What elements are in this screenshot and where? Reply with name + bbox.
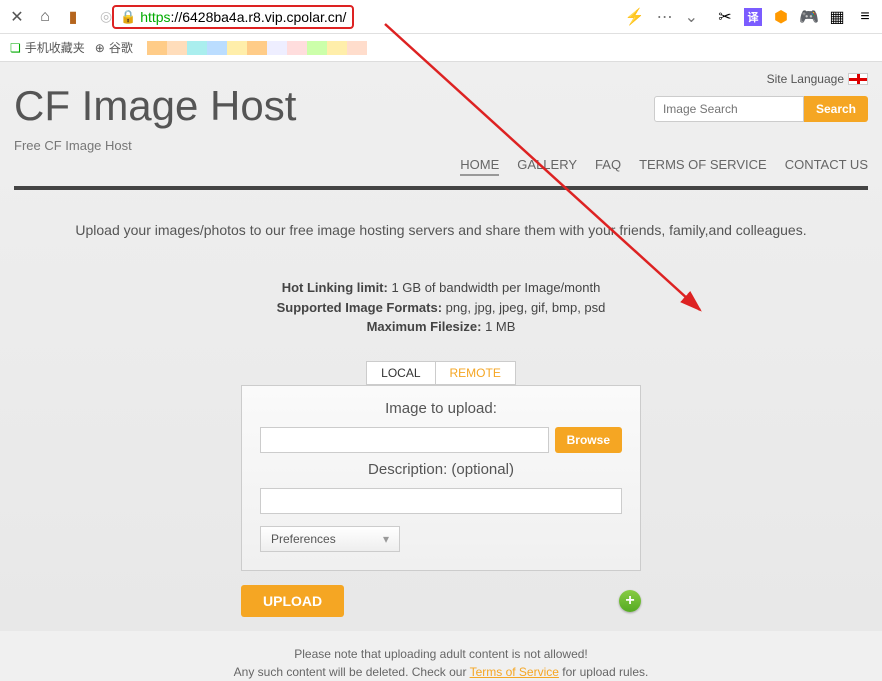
lock-icon: 🔒: [120, 9, 136, 25]
url-text: https://6428ba4a.r8.vip.cpolar.cn/: [140, 9, 346, 25]
header-divider: [14, 186, 868, 190]
translate-icon[interactable]: 译: [744, 8, 762, 26]
chevron-down-icon[interactable]: ⌄: [685, 7, 698, 27]
extension-icons: ✂ 译 ⬢ 🎮 ▦ ≡: [716, 8, 874, 26]
limits-info: Hot Linking limit: 1 GB of bandwidth per…: [14, 278, 868, 337]
search-form: Search: [654, 96, 868, 122]
image-upload-label: Image to upload:: [260, 400, 622, 417]
description-label: Description: (optional): [260, 461, 622, 478]
intro-text: Upload your images/photos to our free im…: [14, 222, 868, 238]
more-icon[interactable]: ⋯: [657, 7, 673, 27]
bookmark-strip: [147, 41, 367, 55]
shield-icon: ◎: [100, 8, 112, 25]
main-nav: HOME GALLERY FAQ TERMS OF SERVICE CONTAC…: [460, 157, 868, 176]
description-input[interactable]: [260, 488, 622, 514]
nav-contact[interactable]: CONTACT US: [785, 157, 868, 176]
grid-icon[interactable]: ▦: [828, 8, 846, 26]
header: Site Language CF Image Host Search Free …: [14, 72, 868, 182]
bookmarks-bar: ❏手机收藏夹 ⊕谷歌: [0, 34, 882, 62]
bolt-icon[interactable]: ⚡: [625, 7, 645, 27]
upload-widget: LOCAL REMOTE Image to upload: Browse Des…: [241, 361, 641, 617]
file-path-input[interactable]: [260, 427, 549, 453]
nav-terms[interactable]: TERMS OF SERVICE: [639, 157, 767, 176]
upload-tabs: LOCAL REMOTE: [241, 361, 641, 385]
browse-button[interactable]: Browse: [555, 427, 622, 453]
flag-icon: [848, 73, 868, 85]
close-icon[interactable]: ✕: [8, 8, 26, 26]
nav-home[interactable]: HOME: [460, 157, 499, 176]
nav-gallery[interactable]: GALLERY: [517, 157, 577, 176]
add-more-button[interactable]: +: [619, 590, 641, 612]
footer-note: Please note that uploading adult content…: [14, 645, 868, 681]
tab-local[interactable]: LOCAL: [366, 361, 434, 385]
url-highlight: 🔒 https://6428ba4a.r8.vip.cpolar.cn/: [112, 5, 354, 29]
briefcase-icon[interactable]: ▮: [64, 8, 82, 26]
shield-ext-icon[interactable]: ⬢: [772, 8, 790, 26]
gamepad-icon[interactable]: 🎮: [800, 8, 818, 26]
site-subtitle: Free CF Image Host: [14, 138, 868, 153]
tab-remote[interactable]: REMOTE: [435, 361, 516, 385]
preferences-dropdown[interactable]: Preferences▾: [260, 526, 400, 552]
upload-panel: Image to upload: Browse Description: (op…: [241, 385, 641, 571]
chevron-down-icon: ▾: [383, 532, 389, 546]
browser-toolbar: ✕ ⌂ ▮ ◎ 🔒 https://6428ba4a.r8.vip.cpolar…: [0, 0, 882, 34]
nav-faq[interactable]: FAQ: [595, 157, 621, 176]
language-selector[interactable]: Site Language: [767, 72, 868, 86]
scissors-icon[interactable]: ✂: [716, 8, 734, 26]
page-content: Site Language CF Image Host Search Free …: [0, 62, 882, 631]
search-button[interactable]: Search: [804, 96, 868, 122]
terms-link[interactable]: Terms of Service: [470, 665, 559, 679]
upload-button[interactable]: UPLOAD: [241, 585, 344, 617]
url-bar[interactable]: ◎ 🔒 https://6428ba4a.r8.vip.cpolar.cn/ ⚡…: [92, 2, 706, 32]
bookmark-favorites[interactable]: ❏手机收藏夹: [10, 39, 85, 56]
menu-icon[interactable]: ≡: [856, 8, 874, 26]
home-icon[interactable]: ⌂: [36, 8, 54, 26]
search-input[interactable]: [654, 96, 804, 122]
bookmark-google[interactable]: ⊕谷歌: [95, 39, 133, 56]
